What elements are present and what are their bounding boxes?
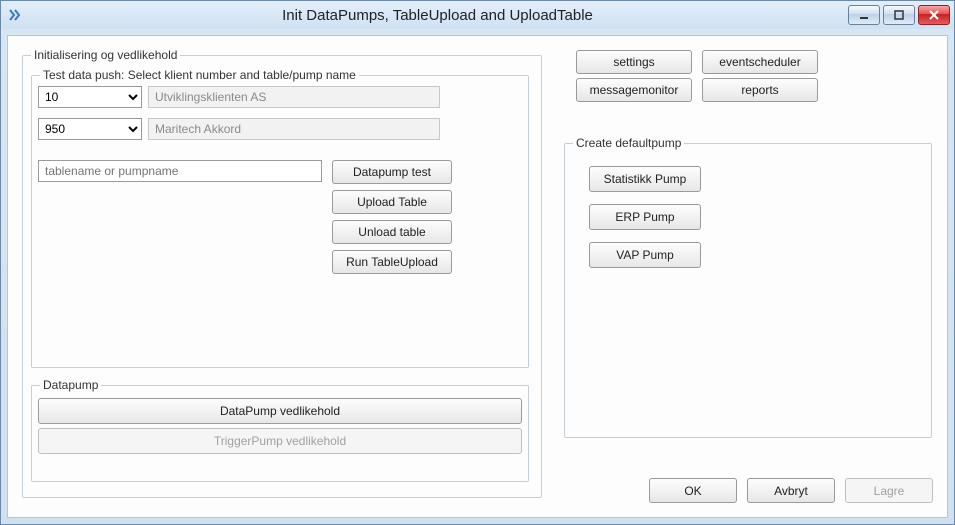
tablename-input[interactable] [38, 160, 322, 182]
init-group-legend: Initialisering og vedlikehold [31, 48, 180, 62]
close-button[interactable] [918, 5, 950, 25]
window-title: Init DataPumps, TableUpload and UploadTa… [27, 7, 848, 24]
datapump-legend: Datapump [40, 378, 101, 392]
erp-pump-button[interactable]: ERP Pump [589, 204, 701, 230]
save-button: Lagre [845, 478, 933, 503]
window-frame: Init DataPumps, TableUpload and UploadTa… [0, 0, 955, 525]
module-number-select[interactable]: 950 [38, 118, 142, 140]
window-controls [848, 5, 950, 25]
unload-table-button[interactable]: Unload table [332, 220, 452, 244]
dialog-buttons: OK Avbryt Lagre [649, 478, 933, 503]
settings-button[interactable]: settings [576, 50, 692, 74]
ok-button[interactable]: OK [649, 478, 737, 503]
eventscheduler-button[interactable]: eventscheduler [702, 50, 818, 74]
client-area: Initialisering og vedlikehold Test data … [7, 35, 948, 518]
vap-pump-button[interactable]: VAP Pump [589, 242, 701, 268]
app-icon [7, 7, 23, 23]
datapump-vedlikehold-button[interactable]: DataPump vedlikehold [38, 398, 522, 424]
init-group: Initialisering og vedlikehold Test data … [22, 48, 542, 498]
messagemonitor-button[interactable]: messagemonitor [576, 78, 692, 102]
triggerpump-vedlikehold-button: TriggerPump vedlikehold [38, 428, 522, 454]
upload-table-button[interactable]: Upload Table [332, 190, 452, 214]
create-defaultpump-legend: Create defaultpump [573, 136, 684, 150]
maximize-button[interactable] [883, 5, 915, 25]
testdata-legend: Test data push: Select klient number and… [40, 68, 359, 82]
minimize-button[interactable] [848, 5, 880, 25]
datapump-group: Datapump DataPump vedlikehold TriggerPum… [31, 378, 529, 482]
top-button-grid: settings eventscheduler messagemonitor r… [576, 50, 818, 102]
client-name-display: Utviklingsklienten AS [148, 86, 440, 108]
module-name-display: Maritech Akkord [148, 118, 440, 140]
datapump-test-button[interactable]: Datapump test [332, 160, 452, 184]
titlebar: Init DataPumps, TableUpload and UploadTa… [1, 1, 954, 29]
client-number-select[interactable]: 10 [38, 86, 142, 108]
reports-button[interactable]: reports [702, 78, 818, 102]
create-defaultpump-group: Create defaultpump Statistikk Pump ERP P… [564, 136, 932, 438]
testdata-group: Test data push: Select klient number and… [31, 68, 529, 368]
statistikk-pump-button[interactable]: Statistikk Pump [589, 166, 701, 192]
run-tableupload-button[interactable]: Run TableUpload [332, 250, 452, 274]
cancel-button[interactable]: Avbryt [747, 478, 835, 503]
